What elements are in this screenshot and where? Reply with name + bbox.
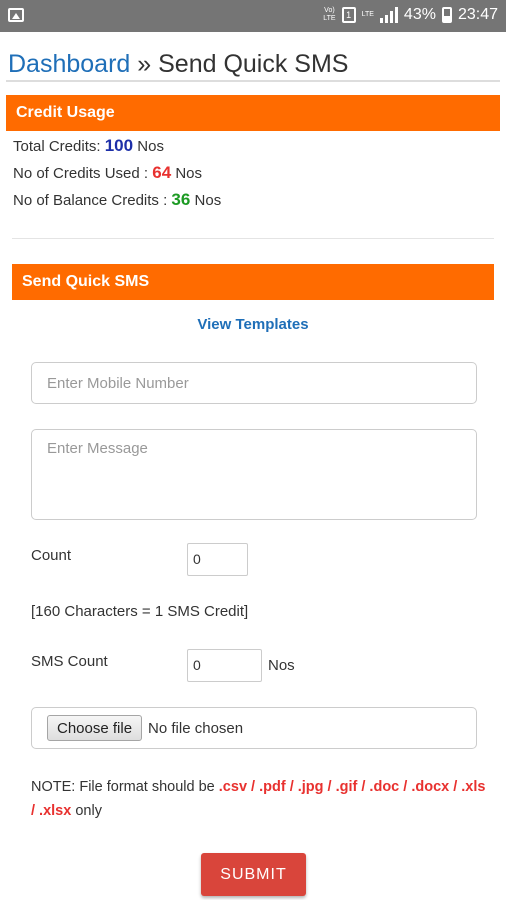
file-upload-field[interactable]: Choose file No file chosen bbox=[31, 707, 477, 749]
volte-icon: Vo) LTE bbox=[323, 7, 336, 22]
submit-button[interactable]: SUBMIT bbox=[201, 853, 306, 896]
file-format-note: NOTE: File format should be .csv / .pdf … bbox=[31, 775, 486, 823]
breadcrumb-divider bbox=[6, 80, 500, 82]
lte-icon: LTE bbox=[361, 11, 374, 18]
balance-credits-row: No of Balance Credits : 36 Nos bbox=[13, 190, 221, 210]
note-prefix: NOTE: File format should be bbox=[31, 779, 215, 795]
message-textarea[interactable] bbox=[31, 429, 477, 520]
credits-used-value: 64 bbox=[152, 163, 172, 182]
send-quick-sms-header: Send Quick SMS bbox=[12, 264, 494, 300]
balance-credits-label: No of Balance Credits : bbox=[13, 192, 168, 209]
total-credits-row: Total Credits: 100 Nos bbox=[13, 136, 164, 156]
sms-count-unit: Nos bbox=[268, 657, 295, 674]
status-icons: Vo) LTE 1 LTE 43% 23:47 bbox=[323, 6, 498, 24]
total-credits-label: Total Credits: bbox=[13, 138, 101, 155]
balance-credits-unit: Nos bbox=[194, 192, 222, 209]
clock: 23:47 bbox=[457, 6, 498, 23]
count-label: Count bbox=[31, 547, 72, 564]
breadcrumb-dashboard-link[interactable]: Dashboard bbox=[8, 50, 130, 78]
count-field: 0 bbox=[187, 543, 248, 576]
breadcrumb: Dashboard » Send Quick SMS bbox=[8, 50, 348, 79]
battery-icon bbox=[441, 7, 452, 23]
breadcrumb-separator: » bbox=[137, 50, 152, 78]
mobile-number-input[interactable] bbox=[31, 362, 477, 404]
total-credits-unit: Nos bbox=[137, 138, 164, 155]
section-divider bbox=[12, 238, 494, 239]
credits-used-row: No of Credits Used : 64 Nos bbox=[13, 163, 202, 183]
total-credits-value: 100 bbox=[104, 136, 134, 155]
sim-card-icon: 1 bbox=[341, 7, 356, 23]
credits-used-label: No of Credits Used : bbox=[13, 165, 149, 182]
status-bar: Vo) LTE 1 LTE 43% 23:47 bbox=[0, 0, 506, 32]
credits-used-unit: Nos bbox=[175, 165, 203, 182]
note-suffix: only bbox=[75, 803, 102, 819]
sms-count-field: 0 bbox=[187, 649, 262, 682]
choose-file-button[interactable]: Choose file bbox=[47, 715, 143, 741]
credit-usage-header: Credit Usage bbox=[6, 95, 500, 131]
battery-percent: 43% bbox=[403, 6, 436, 23]
sms-count-label: SMS Count bbox=[31, 653, 108, 670]
signal-icon bbox=[379, 7, 398, 23]
balance-credits-value: 36 bbox=[171, 190, 191, 209]
breadcrumb-current: Send Quick SMS bbox=[158, 50, 349, 78]
view-templates-link[interactable]: View Templates bbox=[0, 316, 506, 333]
file-status-text: No file chosen bbox=[148, 719, 244, 737]
gallery-icon bbox=[8, 8, 24, 22]
credit-rule-note: [160 Characters = 1 SMS Credit] bbox=[31, 603, 249, 620]
